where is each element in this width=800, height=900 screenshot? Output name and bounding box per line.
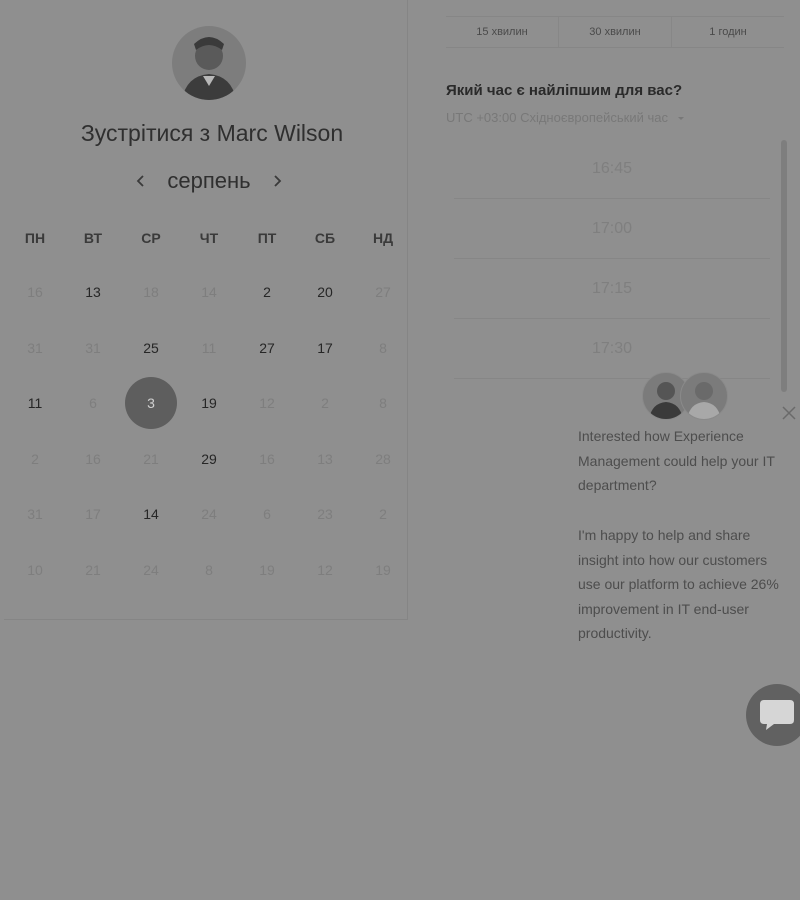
- tab-30-minutes[interactable]: 30 хвилин: [558, 17, 671, 47]
- tab-15-minutes[interactable]: 15 хвилин: [446, 17, 558, 47]
- calendar-day: 19: [259, 561, 275, 578]
- weekday-header: СБ: [314, 230, 336, 246]
- calendar-day[interactable]: 27: [238, 338, 296, 358]
- calendar-day: 31: [85, 339, 101, 356]
- calendar-day: 24: [201, 506, 217, 522]
- calendar-day: 17: [85, 506, 101, 522]
- calendar-day[interactable]: 17: [296, 338, 354, 358]
- calendar-day: 18: [143, 284, 159, 300]
- selected-day[interactable]: 3: [125, 377, 177, 429]
- calendar-day: 31: [27, 506, 43, 522]
- calendar-day: 16: [27, 284, 43, 300]
- calendar-day: 16: [85, 450, 101, 467]
- calendar-day: 10: [27, 561, 43, 578]
- caret-down-icon: [677, 117, 684, 120]
- chat-message: I'm happy to help and share insight into…: [578, 527, 779, 642]
- calendar-day[interactable]: 20: [296, 282, 354, 302]
- calendar-day: 8: [379, 339, 387, 356]
- calendar-day[interactable]: 25: [122, 338, 180, 358]
- calendar-day: 23: [317, 506, 333, 522]
- calendar-day[interactable]: 14: [122, 504, 180, 524]
- chat-launcher-button[interactable]: [746, 684, 800, 746]
- next-month-button[interactable]: [263, 172, 293, 193]
- calendar-day: 13: [317, 450, 333, 467]
- month-label: серпень: [167, 168, 251, 193]
- time-slot[interactable]: 16:45: [454, 140, 770, 199]
- calendar-day: 19: [375, 561, 391, 578]
- calendar-day: 12: [259, 395, 275, 411]
- calendar-day[interactable]: 19: [180, 393, 238, 413]
- calendar-day: 24: [143, 561, 159, 578]
- timezone-label: UTC +03:00 Східноєвропейський час: [446, 110, 668, 125]
- weekday-header: ВТ: [83, 230, 103, 246]
- timezone-selector[interactable]: UTC +03:00 Східноєвропейський час: [446, 110, 686, 125]
- tab-1-hour[interactable]: 1 годин: [671, 17, 784, 47]
- calendar-day[interactable]: 13: [64, 282, 122, 302]
- weekday-header: ПН: [24, 230, 46, 246]
- agent-avatar: [680, 372, 728, 420]
- calendar-day: 12: [317, 561, 333, 578]
- duration-tabs: 15 хвилин 30 хвилин 1 годин: [446, 16, 784, 48]
- calendar-day: 6: [263, 506, 271, 522]
- calendar-day: 27: [375, 284, 391, 300]
- chat-message: Interested how Experience Management cou…: [578, 428, 775, 494]
- calendar-day: 6: [89, 395, 97, 411]
- calendar-day: 21: [85, 561, 101, 578]
- calendar-day: 28: [375, 450, 391, 467]
- calendar-day[interactable]: 11: [6, 393, 64, 413]
- time-slots-scrollbar[interactable]: [781, 140, 787, 392]
- calendar-day: 2: [31, 450, 39, 467]
- calendar-day: 14: [201, 284, 217, 300]
- calendar-day: 11: [201, 339, 217, 356]
- time-question: Який час є найліпшим для вас?: [446, 82, 683, 99]
- calendar-day: 8: [205, 561, 213, 578]
- time-slot[interactable]: 17:15: [454, 260, 770, 319]
- weekday-header: ЧТ: [199, 230, 219, 246]
- calendar-day[interactable]: 2: [238, 282, 296, 302]
- weekday-header: СР: [141, 230, 161, 246]
- weekday-header: НД: [372, 230, 394, 246]
- month-navigation: серпень: [0, 168, 418, 194]
- calendar-day: 2: [321, 395, 329, 411]
- calendar-day[interactable]: 29: [180, 449, 238, 469]
- chevron-right-icon: [274, 175, 282, 187]
- chat-agent-avatars: [642, 372, 732, 420]
- chat-bubble-icon: [760, 700, 794, 730]
- calendar-day: 31: [27, 339, 43, 356]
- calendar-day: 16: [259, 450, 275, 467]
- calendar-day: 2: [379, 506, 387, 522]
- chevron-left-icon: [136, 175, 144, 187]
- calendar-day: 21: [143, 450, 159, 467]
- prev-month-button[interactable]: [125, 172, 155, 193]
- time-slot[interactable]: 17:30: [454, 320, 770, 379]
- time-slot[interactable]: 17:00: [454, 200, 770, 259]
- weekday-header: ПТ: [257, 230, 277, 246]
- meeting-title: Зустрітися з Marc Wilson: [80, 120, 344, 146]
- organizer-avatar: [172, 26, 246, 100]
- close-icon: [782, 406, 796, 420]
- calendar-day: 8: [379, 395, 387, 411]
